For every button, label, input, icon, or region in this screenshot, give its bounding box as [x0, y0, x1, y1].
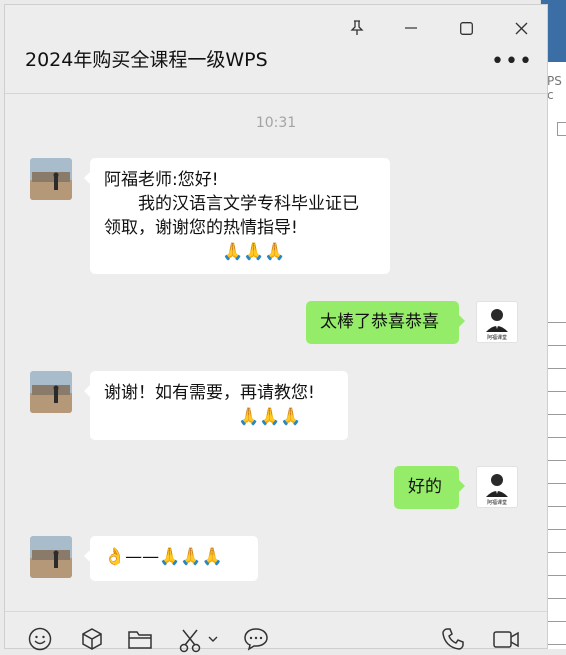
praying-hands-emoji: 🙏🙏🙏 [238, 407, 302, 427]
avatar[interactable] [30, 158, 72, 200]
praying-hands-emoji: 🙏🙏🙏 [222, 242, 286, 262]
message-text-line: 谢谢！如有需要，再请教您! [104, 383, 315, 403]
box-icon[interactable] [77, 627, 107, 655]
message-timestamp: 10:31 [255, 115, 297, 131]
pin-icon[interactable] [342, 15, 372, 41]
avatar-label: 阿福课堂 [487, 334, 507, 341]
background-window-table [547, 300, 566, 649]
message-text-line: 领取，谢谢您的热情指导! [104, 218, 298, 238]
message-bubble[interactable]: 阿福老师:您好! 我的汉语言文学专科毕业证已 领取，谢谢您的热情指导! 🙏🙏🙏 [84, 158, 390, 274]
message-text: 好的 [408, 477, 442, 497]
input-divider [5, 611, 547, 612]
close-icon[interactable] [506, 15, 536, 41]
background-window-text: PS c [547, 74, 562, 102]
message-bubble-self[interactable]: 太棒了恭喜恭喜 [306, 301, 465, 344]
background-window-checkbox [557, 122, 566, 136]
minimize-icon[interactable] [396, 15, 426, 41]
more-options-button[interactable]: ••• [491, 51, 533, 73]
avatar[interactable] [30, 536, 72, 578]
video-icon[interactable] [491, 627, 521, 655]
chat-window: 2024年购买全课程一级WPS ••• 10:31 阿福老师:您好! 我的汉语言… [4, 4, 548, 653]
scissors-icon[interactable] [175, 627, 205, 655]
maximize-icon[interactable] [451, 15, 481, 41]
message-text-line: 我的汉语言文学专科毕业证已 [104, 194, 359, 214]
folder-icon[interactable] [125, 627, 155, 655]
phone-icon[interactable] [438, 627, 468, 655]
message-bubble[interactable]: 👌——🙏🙏🙏 [84, 536, 258, 581]
avatar-label: 阿福课堂 [487, 499, 507, 506]
emoji-icon[interactable] [25, 627, 55, 655]
title-bar: 2024年购买全课程一级WPS ••• [5, 5, 547, 94]
message-text: 太棒了恭喜恭喜 [320, 312, 439, 332]
message-text-line: 阿福老师:您好! [104, 170, 219, 190]
chevron-down-icon[interactable] [205, 627, 221, 655]
message-bubble[interactable]: 谢谢！如有需要，再请教您! 🙏🙏🙏 [84, 371, 348, 440]
avatar-self[interactable]: 阿福课堂 [476, 301, 518, 343]
chat-bubble-icon[interactable] [241, 627, 271, 655]
chat-title: 2024年购买全课程一级WPS [25, 49, 268, 71]
message-bubble-self[interactable]: 好的 [394, 466, 465, 509]
message-text: 👌——🙏🙏🙏 [104, 547, 223, 567]
avatar[interactable] [30, 371, 72, 413]
avatar-self[interactable]: 阿福课堂 [476, 466, 518, 508]
